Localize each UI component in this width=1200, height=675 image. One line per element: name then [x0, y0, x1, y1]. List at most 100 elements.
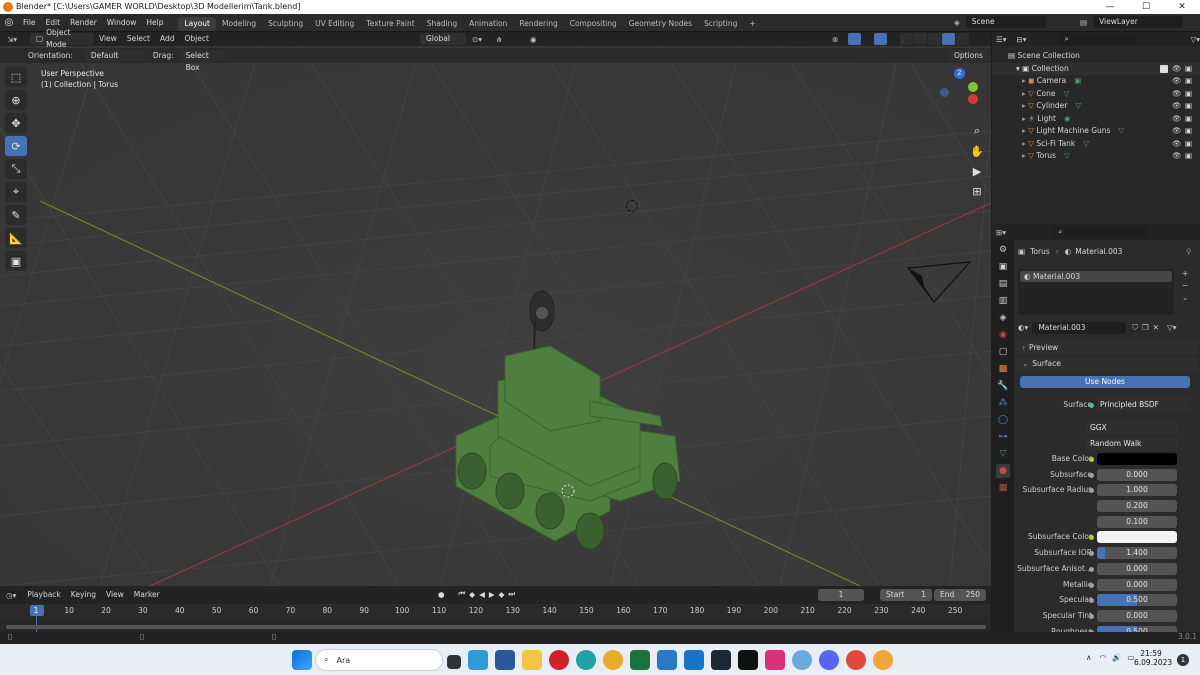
- particles-tab-icon[interactable]: ⁂: [996, 396, 1010, 410]
- outliner-item[interactable]: ▸ ☀ Light ◉ 👁 ▣: [992, 113, 1200, 126]
- word-icon[interactable]: [494, 650, 515, 670]
- tray-chevron-icon[interactable]: ∧: [1086, 653, 1092, 662]
- collection-tab-icon[interactable]: ▢: [996, 345, 1010, 359]
- clock[interactable]: 21:59 6.09.2023: [1134, 649, 1172, 667]
- timeline-editor-icon[interactable]: ◷▾: [6, 591, 16, 600]
- menu-window[interactable]: Window: [102, 14, 142, 32]
- object-mode-dropdown[interactable]: ▢ Object Mode: [30, 28, 94, 49]
- bsdf-input-field[interactable]: 0.000: [1097, 468, 1177, 481]
- next-keyframe-icon[interactable]: ◆: [499, 590, 505, 599]
- outliner-item[interactable]: ▸ ▽ Light Machine Guns ▽ 👁 ▣: [992, 125, 1200, 138]
- modifier-tab-icon[interactable]: 🔧: [996, 379, 1010, 393]
- tab-compositing[interactable]: Compositing: [564, 17, 623, 31]
- viewport-menu-view[interactable]: View: [94, 32, 122, 46]
- world-tab-icon[interactable]: ◉: [996, 328, 1010, 342]
- material-name-field[interactable]: Material.003: [1032, 321, 1127, 334]
- material-slot-row[interactable]: ◐ Material.003: [1020, 271, 1172, 282]
- bsdf-input-field[interactable]: 0.500: [1097, 594, 1177, 607]
- axis-x-icon[interactable]: [968, 94, 978, 104]
- viewport-menu-select[interactable]: Select: [122, 32, 155, 46]
- outliner-item[interactable]: ▸ ▽ Cone ▽ 👁 ▣: [992, 88, 1200, 101]
- timeline-view-menu[interactable]: View: [101, 586, 129, 604]
- zoom-icon[interactable]: ⌕: [968, 122, 986, 140]
- end-frame-field[interactable]: End 250: [934, 589, 986, 601]
- minimize-button[interactable]: —: [1092, 0, 1128, 14]
- menu-help[interactable]: Help: [141, 14, 168, 32]
- taskbar-search[interactable]: ⌕ Ara: [315, 649, 443, 671]
- rendered-shading-icon[interactable]: [956, 33, 970, 45]
- steam-icon[interactable]: [710, 650, 731, 670]
- tank-model[interactable]: [450, 251, 690, 581]
- material-browse-icon[interactable]: ◐▾: [1018, 323, 1028, 332]
- filter-icon[interactable]: ▽▾: [1190, 35, 1200, 44]
- navigation-gizmo[interactable]: Z: [938, 68, 980, 110]
- render-tab-icon[interactable]: ▣: [996, 260, 1010, 274]
- material-link-icon[interactable]: ▽▾: [1167, 323, 1177, 332]
- blender-taskbar-icon[interactable]: [872, 650, 893, 670]
- timeline-keying-menu[interactable]: Keying: [66, 586, 101, 604]
- slot-menu-chevron-icon[interactable]: ⌄: [1182, 293, 1188, 305]
- constraints-tab-icon[interactable]: ⊶: [996, 430, 1010, 444]
- outliner-item[interactable]: ▸ ▽ Torus ▽ 👁 ▣: [992, 150, 1200, 163]
- bsdf-input-field[interactable]: 0.100: [1097, 515, 1177, 528]
- timeline-scrollbar[interactable]: [6, 625, 986, 629]
- current-frame-field[interactable]: 1: [818, 589, 864, 601]
- tab-shading[interactable]: Shading: [421, 17, 463, 31]
- surface-panel-header[interactable]: ⌄ Surface: [1016, 357, 1198, 370]
- render-camera-icon[interactable]: ▣: [1185, 63, 1192, 76]
- bsdf-input-field[interactable]: 0.000: [1097, 562, 1177, 575]
- view-layer-selector[interactable]: ▤ ViewLayer: [1080, 16, 1184, 28]
- physics-tab-icon[interactable]: ◯: [996, 413, 1010, 427]
- axis-y-icon[interactable]: [968, 82, 978, 92]
- frame-ruler[interactable]: 1 10 20 30 40 50 60 70 80 90 100 110 120 130 140 150 160…: [0, 604, 991, 618]
- tab-rendering[interactable]: Rendering: [513, 17, 563, 31]
- camera-object[interactable]: [900, 258, 975, 303]
- pin-icon[interactable]: ⚲: [1186, 247, 1192, 256]
- scene-tab-icon[interactable]: ◈: [996, 311, 1010, 325]
- select-box-icon[interactable]: ⬚: [5, 67, 27, 87]
- bsdf-input-field[interactable]: 0.200: [1097, 500, 1177, 513]
- store-icon[interactable]: [656, 650, 677, 670]
- measure-icon[interactable]: 📐: [5, 228, 27, 248]
- properties-editor-icon[interactable]: ⊞▾: [996, 228, 1006, 237]
- unlink-material-icon[interactable]: ✕: [1153, 323, 1159, 332]
- transform-orientation-dropdown[interactable]: Global: [420, 33, 466, 45]
- overlay-toggle-icon[interactable]: [874, 33, 888, 45]
- tiktok-icon[interactable]: [737, 650, 758, 670]
- chrome-profile-icon[interactable]: [791, 650, 812, 670]
- xray-toggle-icon[interactable]: [900, 33, 914, 45]
- gizmo-toggle-icon[interactable]: [848, 33, 862, 45]
- object-tab-icon[interactable]: ▩: [996, 362, 1010, 376]
- volume-icon[interactable]: 🔊: [1112, 653, 1121, 662]
- start-button[interactable]: [291, 650, 312, 670]
- chrome-alt-icon[interactable]: [845, 650, 866, 670]
- chrome-icon[interactable]: [602, 650, 623, 670]
- axis-z-icon[interactable]: Z: [954, 68, 965, 79]
- tab-sculpting[interactable]: Sculpting: [262, 17, 309, 31]
- distribution-dropdown[interactable]: GGX: [1086, 422, 1178, 434]
- mail-icon[interactable]: [683, 650, 704, 670]
- texture-tab-icon[interactable]: ▦: [996, 481, 1010, 495]
- bsdf-input-field[interactable]: 0.000: [1097, 609, 1177, 622]
- tab-geometry-nodes[interactable]: Geometry Nodes: [623, 17, 698, 31]
- bsdf-input-field[interactable]: [1097, 453, 1177, 465]
- scene-collection-row[interactable]: ▤ Scene Collection: [992, 50, 1200, 63]
- snap-icon[interactable]: ⋔: [496, 35, 502, 44]
- tab-animation[interactable]: Animation: [463, 17, 513, 31]
- jump-start-icon[interactable]: ⏮: [459, 589, 466, 599]
- tab-texture-paint[interactable]: Texture Paint: [360, 17, 420, 31]
- edge-icon[interactable]: [575, 650, 596, 670]
- prev-keyframe-icon[interactable]: ◆: [469, 590, 475, 599]
- timeline-playback-menu[interactable]: Playback: [22, 586, 65, 604]
- options-dropdown[interactable]: Options: [948, 49, 988, 62]
- cursor-icon[interactable]: ⊕: [5, 90, 27, 110]
- wifi-icon[interactable]: ◠: [1100, 653, 1107, 662]
- outliner-item[interactable]: ▸ ◼ Camera ▣ 👁 ▣: [992, 75, 1200, 88]
- viewport-menu-object[interactable]: Object: [179, 32, 213, 46]
- properties-search-input[interactable]: ⌕: [1052, 226, 1149, 238]
- tab-scripting[interactable]: Scripting: [698, 17, 743, 31]
- outliner-search-input[interactable]: ⌕: [1058, 33, 1137, 45]
- material-shading-icon[interactable]: [942, 33, 956, 45]
- jump-end-icon[interactable]: ⏭: [508, 589, 515, 599]
- material-tab-icon[interactable]: ●: [996, 464, 1010, 478]
